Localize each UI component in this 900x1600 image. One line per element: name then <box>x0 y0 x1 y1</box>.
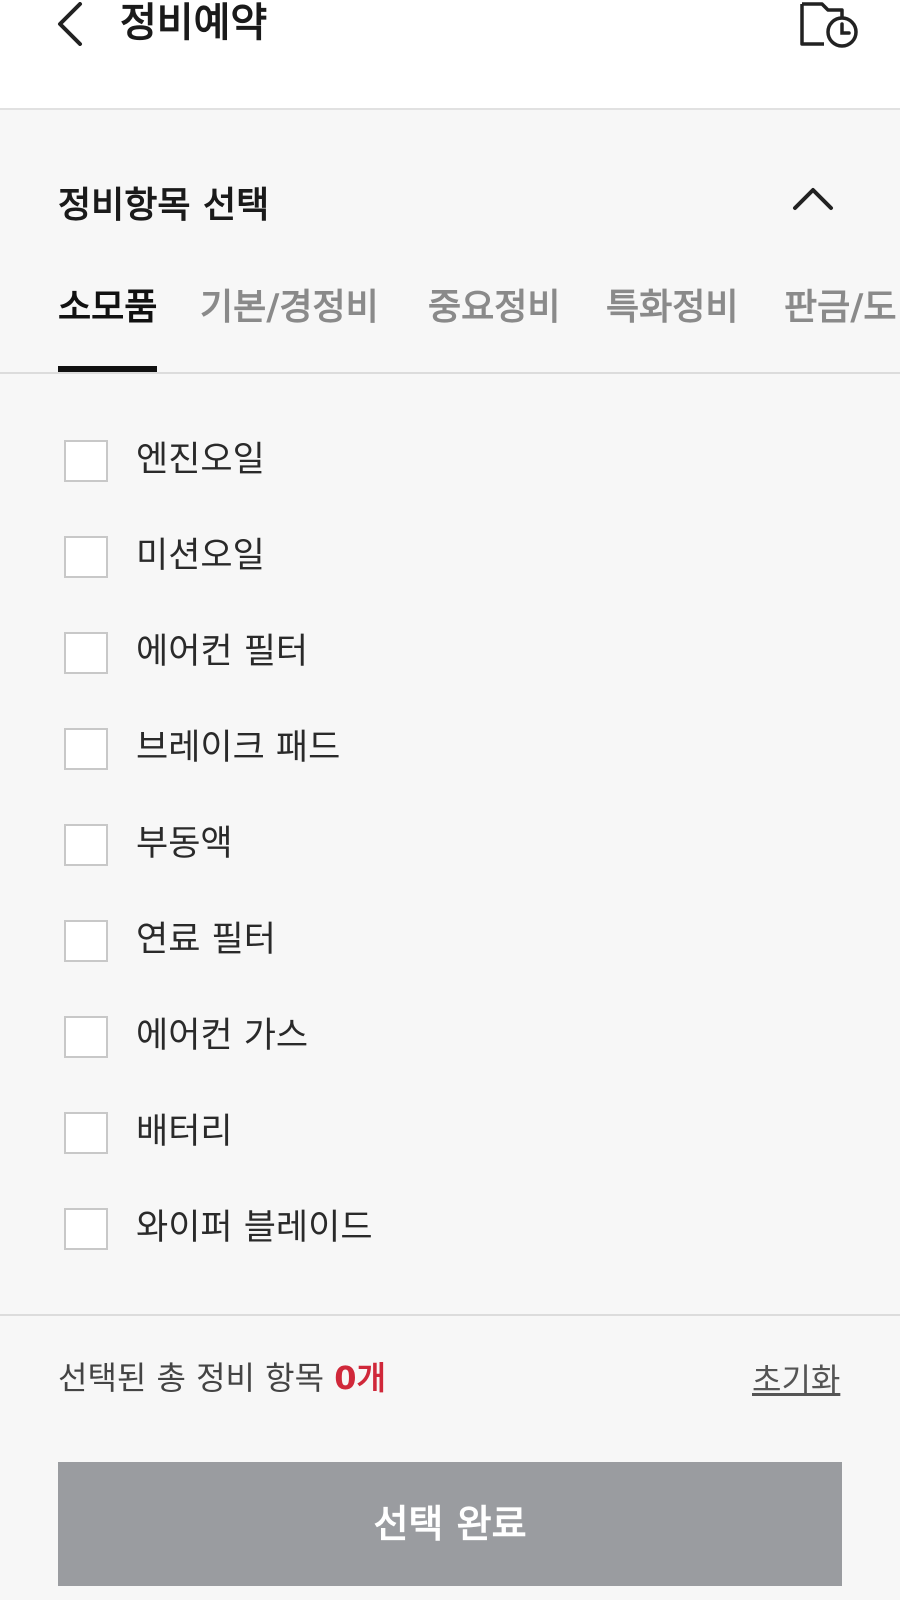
list-item-brake-pad[interactable]: 브레이크 패드 <box>64 726 664 770</box>
chevron-left-icon[interactable] <box>56 2 86 46</box>
item-label: 와이퍼 블레이드 <box>136 1208 373 1248</box>
item-label: 에어컨 필터 <box>136 632 309 672</box>
checkbox[interactable] <box>64 632 108 674</box>
item-label: 배터리 <box>136 1112 233 1152</box>
tabs-divider <box>0 372 900 374</box>
list-item-ac-gas[interactable]: 에어컨 가스 <box>64 1014 664 1058</box>
checkbox[interactable] <box>64 824 108 866</box>
item-label: 에어컨 가스 <box>136 1016 309 1056</box>
tab-consumables[interactable]: 소모품 <box>58 278 158 372</box>
selection-summary: 선택된 총 정비 항목 0개 <box>58 1358 386 1398</box>
item-label: 브레이크 패드 <box>136 728 341 768</box>
header-divider <box>0 90 900 110</box>
category-tabs: 소모품 기본/경정비 중요정비 특화정비 판금/도 <box>0 278 900 374</box>
section-title: 정비항목 선택 <box>58 185 270 226</box>
tab-label: 기본/경정비 <box>200 287 379 328</box>
tab-major-maintenance[interactable]: 중요정비 <box>428 278 560 372</box>
list-item-engine-oil[interactable]: 엔진오일 <box>64 438 664 482</box>
tab-label: 중요정비 <box>428 287 561 328</box>
item-label: 부동액 <box>136 824 233 864</box>
done-button[interactable]: 선택 완료 <box>58 1462 842 1586</box>
item-label: 엔진오일 <box>136 440 265 480</box>
tab-bodywork[interactable]: 판금/도 <box>784 278 897 372</box>
list-item-wiper-blade[interactable]: 와이퍼 블레이드 <box>64 1206 664 1250</box>
app-header: 정비예약 <box>0 0 900 90</box>
tab-special-maintenance[interactable]: 특화정비 <box>606 278 738 372</box>
chevron-up-icon[interactable] <box>792 184 834 212</box>
checkbox[interactable] <box>64 440 108 482</box>
checkbox[interactable] <box>64 920 108 962</box>
checkbox[interactable] <box>64 728 108 770</box>
tab-basic-maintenance[interactable]: 기본/경정비 <box>200 278 379 372</box>
checkbox[interactable] <box>64 1112 108 1154</box>
tab-label: 특화정비 <box>606 287 739 328</box>
item-label: 연료 필터 <box>136 920 276 960</box>
list-item-battery[interactable]: 배터리 <box>64 1110 664 1154</box>
checkbox[interactable] <box>64 1016 108 1058</box>
reset-link[interactable]: 초기화 <box>752 1360 840 1400</box>
tab-label: 소모품 <box>58 287 158 328</box>
summary-label: 선택된 총 정비 항목 <box>58 1359 325 1397</box>
list-item-ac-filter[interactable]: 에어컨 필터 <box>64 630 664 674</box>
calendar-clock-icon[interactable] <box>798 0 860 50</box>
list-item-transmission-oil[interactable]: 미션오일 <box>64 534 664 578</box>
footer-divider <box>0 1314 900 1316</box>
list-item-coolant[interactable]: 부동액 <box>64 822 664 866</box>
checkbox[interactable] <box>64 536 108 578</box>
page-title: 정비예약 <box>120 0 268 46</box>
tab-label: 판금/도 <box>784 287 897 328</box>
selected-count: 0개 <box>334 1359 386 1397</box>
item-label: 미션오일 <box>136 536 265 576</box>
checkbox[interactable] <box>64 1208 108 1250</box>
list-item-fuel-filter[interactable]: 연료 필터 <box>64 918 664 962</box>
